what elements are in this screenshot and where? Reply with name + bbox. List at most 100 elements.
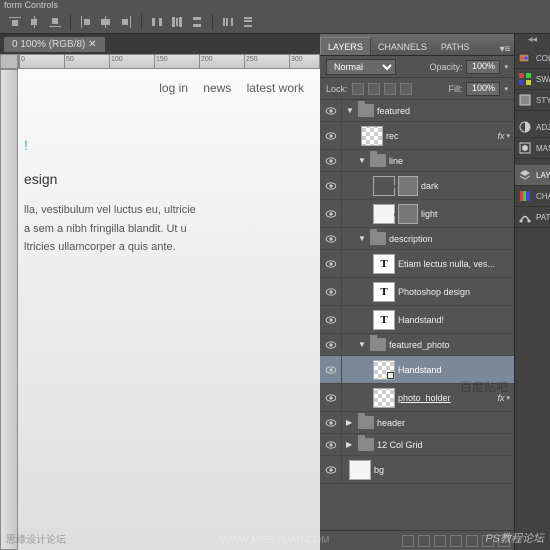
visibility-toggle[interactable]	[320, 384, 342, 411]
visibility-toggle[interactable]	[320, 412, 342, 433]
disclosure-arrow-icon[interactable]: ▼	[358, 156, 367, 165]
fill-value[interactable]: 100%	[466, 82, 500, 96]
alignment-icon[interactable]	[28, 15, 42, 29]
visibility-toggle[interactable]	[320, 122, 342, 149]
horizontal-ruler[interactable]: 050100150200250300	[18, 54, 320, 69]
visibility-toggle[interactable]	[320, 172, 342, 199]
alignment-icon[interactable]	[79, 15, 93, 29]
distribute-icon[interactable]	[150, 15, 164, 29]
document-tab[interactable]: 0 100% (RGB/8) ✕	[4, 37, 105, 52]
visibility-toggle[interactable]	[320, 456, 342, 483]
layer-name[interactable]: bg	[374, 465, 510, 475]
layer-mask-icon[interactable]	[434, 535, 446, 547]
alignment-icon[interactable]	[8, 15, 22, 29]
layer-mask-thumbnail[interactable]	[398, 204, 418, 224]
distribute-icon[interactable]	[170, 15, 184, 29]
nav-news[interactable]: news	[203, 81, 231, 95]
disclosure-arrow-icon[interactable]: ▼	[358, 234, 367, 243]
layer-list[interactable]: ▼featuredrecfx▾▼linedarklight▼descriptio…	[320, 100, 514, 530]
alignment-icon[interactable]	[48, 15, 62, 29]
canvas[interactable]: log in news latest work ! esign lla, ves…	[18, 69, 320, 550]
layer-row[interactable]: ▼ description	[320, 228, 514, 250]
visibility-toggle[interactable]	[320, 278, 342, 305]
distribute-icon[interactable]	[241, 15, 255, 29]
layer-name[interactable]: rec	[386, 131, 497, 141]
lock-position-icon[interactable]	[384, 83, 396, 95]
fx-badge[interactable]: fx	[497, 131, 504, 141]
visibility-toggle[interactable]	[320, 306, 342, 333]
layer-name[interactable]: Photoshop design	[398, 287, 510, 297]
layer-name[interactable]: Etiam lectus nulla, ves...	[398, 259, 510, 269]
layer-thumbnail[interactable]	[373, 360, 395, 380]
lock-all-icon[interactable]	[400, 83, 412, 95]
fx-arrow-icon[interactable]: ▾	[506, 132, 510, 140]
layer-row[interactable]: recfx▾	[320, 122, 514, 150]
layer-name[interactable]: featured_photo	[389, 340, 510, 350]
lock-transparency-icon[interactable]	[352, 83, 364, 95]
dock-tab-channels[interactable]: CHANN	[515, 186, 550, 207]
layer-name[interactable]: header	[377, 418, 510, 428]
opacity-value[interactable]: 100%	[466, 60, 500, 74]
disclosure-arrow-icon[interactable]: ▼	[358, 340, 367, 349]
layer-thumbnail[interactable]	[373, 204, 395, 224]
alignment-icon[interactable]	[99, 15, 113, 29]
close-icon[interactable]: ✕	[88, 39, 96, 50]
nav-latest[interactable]: latest work	[247, 81, 304, 95]
layer-style-icon[interactable]	[418, 535, 430, 547]
disclosure-arrow-icon[interactable]: ▶	[346, 418, 355, 427]
layer-name[interactable]: description	[389, 234, 510, 244]
disclosure-arrow-icon[interactable]: ▶	[346, 440, 355, 449]
blend-mode-select[interactable]: Normal	[326, 59, 396, 75]
layer-row[interactable]: ▼ featured_photo	[320, 334, 514, 356]
distribute-icon[interactable]	[221, 15, 235, 29]
tab-paths[interactable]: PATHS	[434, 38, 477, 55]
nav-login[interactable]: log in	[159, 81, 188, 95]
chevron-down-icon[interactable]: ▾	[504, 85, 508, 93]
layer-row[interactable]: ▼ line	[320, 150, 514, 172]
group-icon[interactable]	[466, 535, 478, 547]
dock-tab-paths[interactable]: PATHS	[515, 207, 550, 228]
dock-tab-swatch[interactable]: SWATCH	[515, 69, 550, 90]
layer-name[interactable]: 12 Col Grid	[377, 440, 510, 450]
visibility-toggle[interactable]	[320, 356, 342, 383]
layer-row[interactable]: bg	[320, 456, 514, 484]
lock-pixels-icon[interactable]	[368, 83, 380, 95]
layer-name[interactable]: dark	[421, 181, 510, 191]
visibility-toggle[interactable]	[320, 334, 342, 355]
adjustment-layer-icon[interactable]	[450, 535, 462, 547]
layer-name[interactable]: light	[421, 209, 510, 219]
dock-tab-masks[interactable]: MASKS	[515, 138, 550, 159]
expand-dock-icon[interactable]: ◂◂	[515, 34, 550, 48]
dock-tab-styles[interactable]: STYLES	[515, 90, 550, 111]
disclosure-arrow-icon[interactable]: ▼	[346, 106, 355, 115]
dock-tab-adjust[interactable]: ADJUST	[515, 117, 550, 138]
visibility-toggle[interactable]	[320, 250, 342, 277]
layer-row[interactable]: TEtiam lectus nulla, ves...	[320, 250, 514, 278]
visibility-toggle[interactable]	[320, 228, 342, 249]
layer-row[interactable]: dark	[320, 172, 514, 200]
layer-row[interactable]: light	[320, 200, 514, 228]
layer-row[interactable]: ▶ 12 Col Grid	[320, 434, 514, 456]
layer-row[interactable]: ▼featured	[320, 100, 514, 122]
visibility-toggle[interactable]	[320, 150, 342, 171]
visibility-toggle[interactable]	[320, 434, 342, 455]
layer-name[interactable]: Handstand!	[398, 315, 510, 325]
vertical-ruler[interactable]	[0, 69, 18, 550]
layer-row[interactable]: ▶ header	[320, 412, 514, 434]
layer-thumbnail[interactable]	[373, 176, 395, 196]
panel-menu-icon[interactable]: ▾≡	[496, 44, 514, 55]
tab-channels[interactable]: CHANNELS	[371, 38, 434, 55]
alignment-icon[interactable]	[119, 15, 133, 29]
chevron-down-icon[interactable]: ▾	[504, 63, 508, 71]
ruler-origin[interactable]	[0, 54, 18, 69]
layer-mask-thumbnail[interactable]	[398, 176, 418, 196]
visibility-toggle[interactable]	[320, 100, 342, 121]
dock-tab-layers[interactable]: LAYERS	[515, 165, 550, 186]
layer-thumbnail[interactable]	[349, 460, 371, 480]
link-layers-icon[interactable]	[402, 535, 414, 547]
layer-name[interactable]: line	[389, 156, 510, 166]
tab-layers[interactable]: LAYERS	[320, 37, 371, 55]
visibility-toggle[interactable]	[320, 200, 342, 227]
layer-row[interactable]: THandstand!	[320, 306, 514, 334]
layer-name[interactable]: Handstand	[398, 365, 510, 375]
